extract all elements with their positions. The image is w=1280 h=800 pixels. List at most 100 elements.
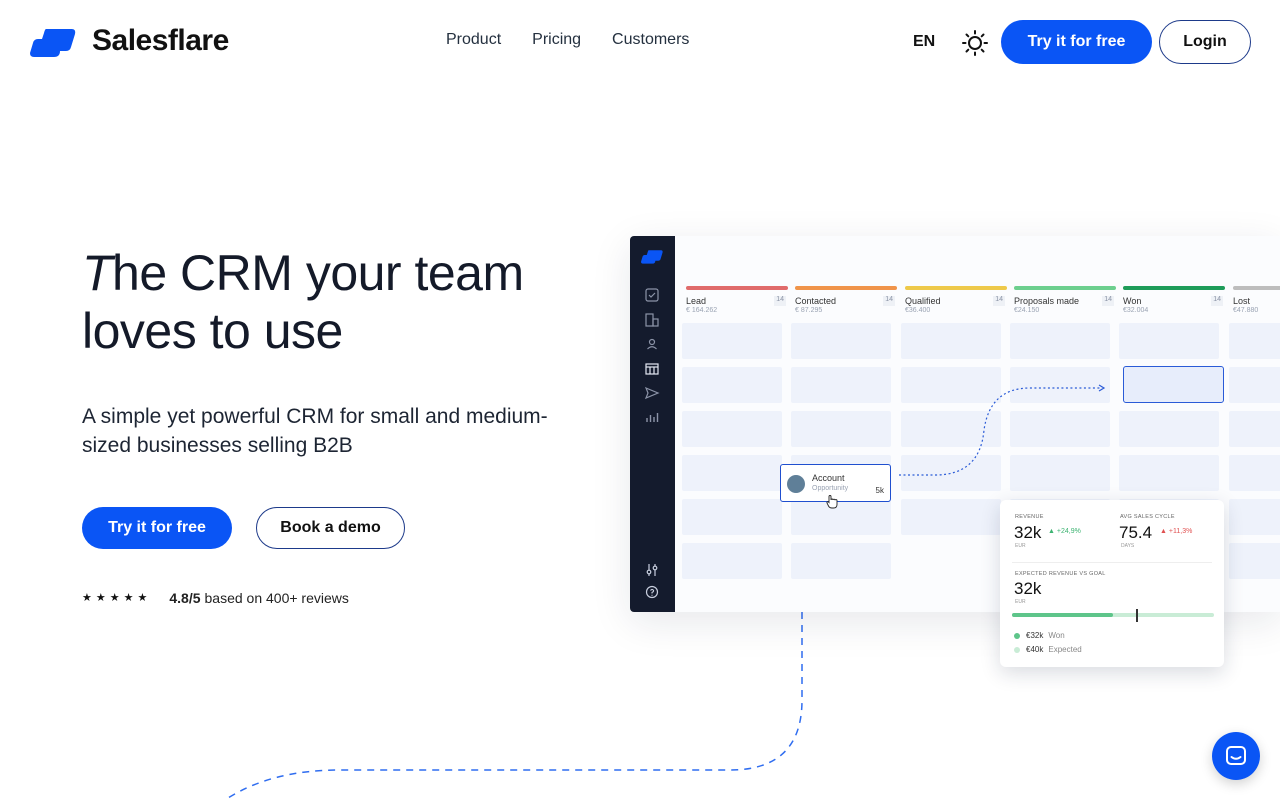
star-icon: ★ (137, 592, 148, 604)
stage-header: Lead 14 (686, 296, 788, 306)
hero-subtitle: A simple yet powerful CRM for small and … (82, 405, 548, 457)
hero-title-rest: he CRM your team loves to use (82, 245, 524, 359)
deal-placeholder (1010, 367, 1110, 403)
stage-amount: € 164.262 (686, 307, 718, 314)
deal-placeholder (682, 543, 782, 579)
stage-color-bar (1014, 286, 1116, 290)
help-icon[interactable] (644, 584, 660, 600)
deal-placeholder (901, 367, 1001, 403)
try-free-header-button[interactable]: Try it for free (1001, 20, 1152, 64)
expected-unit: EUR (1015, 599, 1026, 605)
avatar (787, 475, 805, 493)
pipeline-column: Proposals made 14 €24.150 (1014, 286, 1116, 314)
opportunity-account: Account (812, 473, 845, 483)
deal-placeholder (1229, 323, 1280, 359)
stage-name: Lead (686, 296, 707, 306)
main-nav: Product Pricing Customers (446, 31, 689, 49)
chat-button[interactable] (1212, 732, 1260, 780)
stage-count: 14 (993, 296, 1005, 306)
hand-cursor-icon (826, 495, 838, 509)
stats-card: REVENUE 32k EUR ▲ +24,9% AVG SALES CYCLE… (1000, 500, 1224, 667)
send-icon[interactable] (644, 385, 660, 401)
deal-placeholder (791, 367, 891, 403)
book-demo-button[interactable]: Book a demo (256, 507, 405, 549)
stage-color-bar (1233, 286, 1280, 290)
stage-name: Contacted (795, 296, 837, 306)
star-icon: ★ (109, 592, 120, 604)
deal-placeholder (901, 323, 1001, 359)
insights-icon[interactable] (644, 409, 660, 425)
up-arrow-icon: ▲ (1160, 528, 1167, 535)
deal-placeholder (1229, 367, 1280, 403)
deal-placeholder (682, 367, 782, 403)
expected-legend-value: €40k (1026, 645, 1044, 654)
goal-progress-fill (1012, 613, 1113, 617)
legend-dot (1014, 632, 1020, 639)
cycle-delta: ▲ +11,3% (1160, 528, 1192, 535)
nav-pricing[interactable]: Pricing (532, 31, 581, 49)
legend-dot (1014, 646, 1020, 653)
deal-placeholder (1229, 411, 1280, 447)
site-header: Salesflare Product Pricing Customers EN … (0, 0, 1280, 84)
deal-placeholder (791, 323, 891, 359)
sun-icon[interactable] (962, 30, 988, 56)
companies-icon[interactable] (644, 312, 660, 328)
tasks-icon[interactable] (644, 287, 660, 303)
stage-amount: € 87.295 (795, 307, 823, 314)
settings-icon[interactable] (644, 562, 660, 578)
pipeline-icon[interactable] (644, 361, 660, 377)
opportunity-card[interactable]: Account Opportunity 5k (780, 464, 891, 509)
stage-amount: €32.004 (1123, 307, 1149, 314)
rating-text: based on 400+ reviews (204, 590, 349, 606)
goal-progress-bar (1012, 613, 1214, 617)
stage-color-bar (686, 286, 788, 290)
stage-count: 14 (774, 296, 786, 306)
stage-color-bar (1123, 286, 1225, 290)
rating-stars: ★ ★ ★ ★ ★ (82, 591, 147, 605)
deal-placeholder (901, 499, 1001, 535)
drop-target-card (1123, 366, 1224, 403)
deal-placeholder (1119, 323, 1219, 359)
chat-icon (1226, 746, 1246, 765)
divider (1012, 562, 1212, 563)
stage-color-bar (795, 286, 897, 290)
stage-header: Contacted 14 (795, 296, 897, 306)
cycle-delta-value: +11,3% (1168, 528, 1193, 535)
language-selector[interactable]: EN (913, 33, 935, 51)
stage-header: Proposals made 14 (1014, 296, 1116, 306)
deal-placeholder (791, 543, 891, 579)
try-free-button[interactable]: Try it for free (82, 507, 232, 549)
login-button[interactable]: Login (1159, 20, 1251, 64)
deal-placeholder (682, 499, 782, 535)
legend-expected: €40k Expected (1014, 645, 1082, 654)
stage-name: Qualified (905, 296, 941, 306)
deal-placeholder (1010, 323, 1110, 359)
expected-value: 32k (1014, 579, 1042, 598)
brand-logo[interactable]: Salesflare (30, 24, 229, 58)
stage-name: Won (1123, 296, 1142, 306)
deal-placeholder (1010, 411, 1110, 447)
nav-product[interactable]: Product (446, 31, 501, 49)
contacts-icon[interactable] (644, 336, 660, 352)
stage-amount: €47.880 (1233, 307, 1259, 314)
star-icon: ★ (95, 592, 106, 604)
deal-placeholder (901, 455, 1001, 491)
legend-won: €32k Won (1014, 631, 1065, 640)
revenue-label: REVENUE (1015, 514, 1044, 520)
stage-count: 14 (1102, 296, 1114, 306)
deal-placeholder (1229, 499, 1280, 535)
opportunity-value: 5k (875, 486, 884, 495)
cycle-label: AVG SALES CYCLE (1120, 514, 1175, 520)
nav-customers[interactable]: Customers (612, 31, 689, 49)
opportunity-label: Opportunity (812, 485, 849, 492)
deal-placeholder (1119, 411, 1219, 447)
stage-name: Proposals made (1014, 296, 1080, 306)
app-sidebar (630, 236, 675, 612)
hero-title-initial: T (82, 245, 113, 301)
pipeline-column: Qualified 14 €36.400 (905, 286, 1007, 314)
cycle-unit: DAYS (1121, 543, 1135, 549)
pipeline-column: Lost14€47.880 (1233, 286, 1280, 314)
hero-title: The CRM your team loves to use (82, 244, 602, 360)
star-icon: ★ (82, 592, 92, 604)
stage-color-bar (905, 286, 1007, 290)
